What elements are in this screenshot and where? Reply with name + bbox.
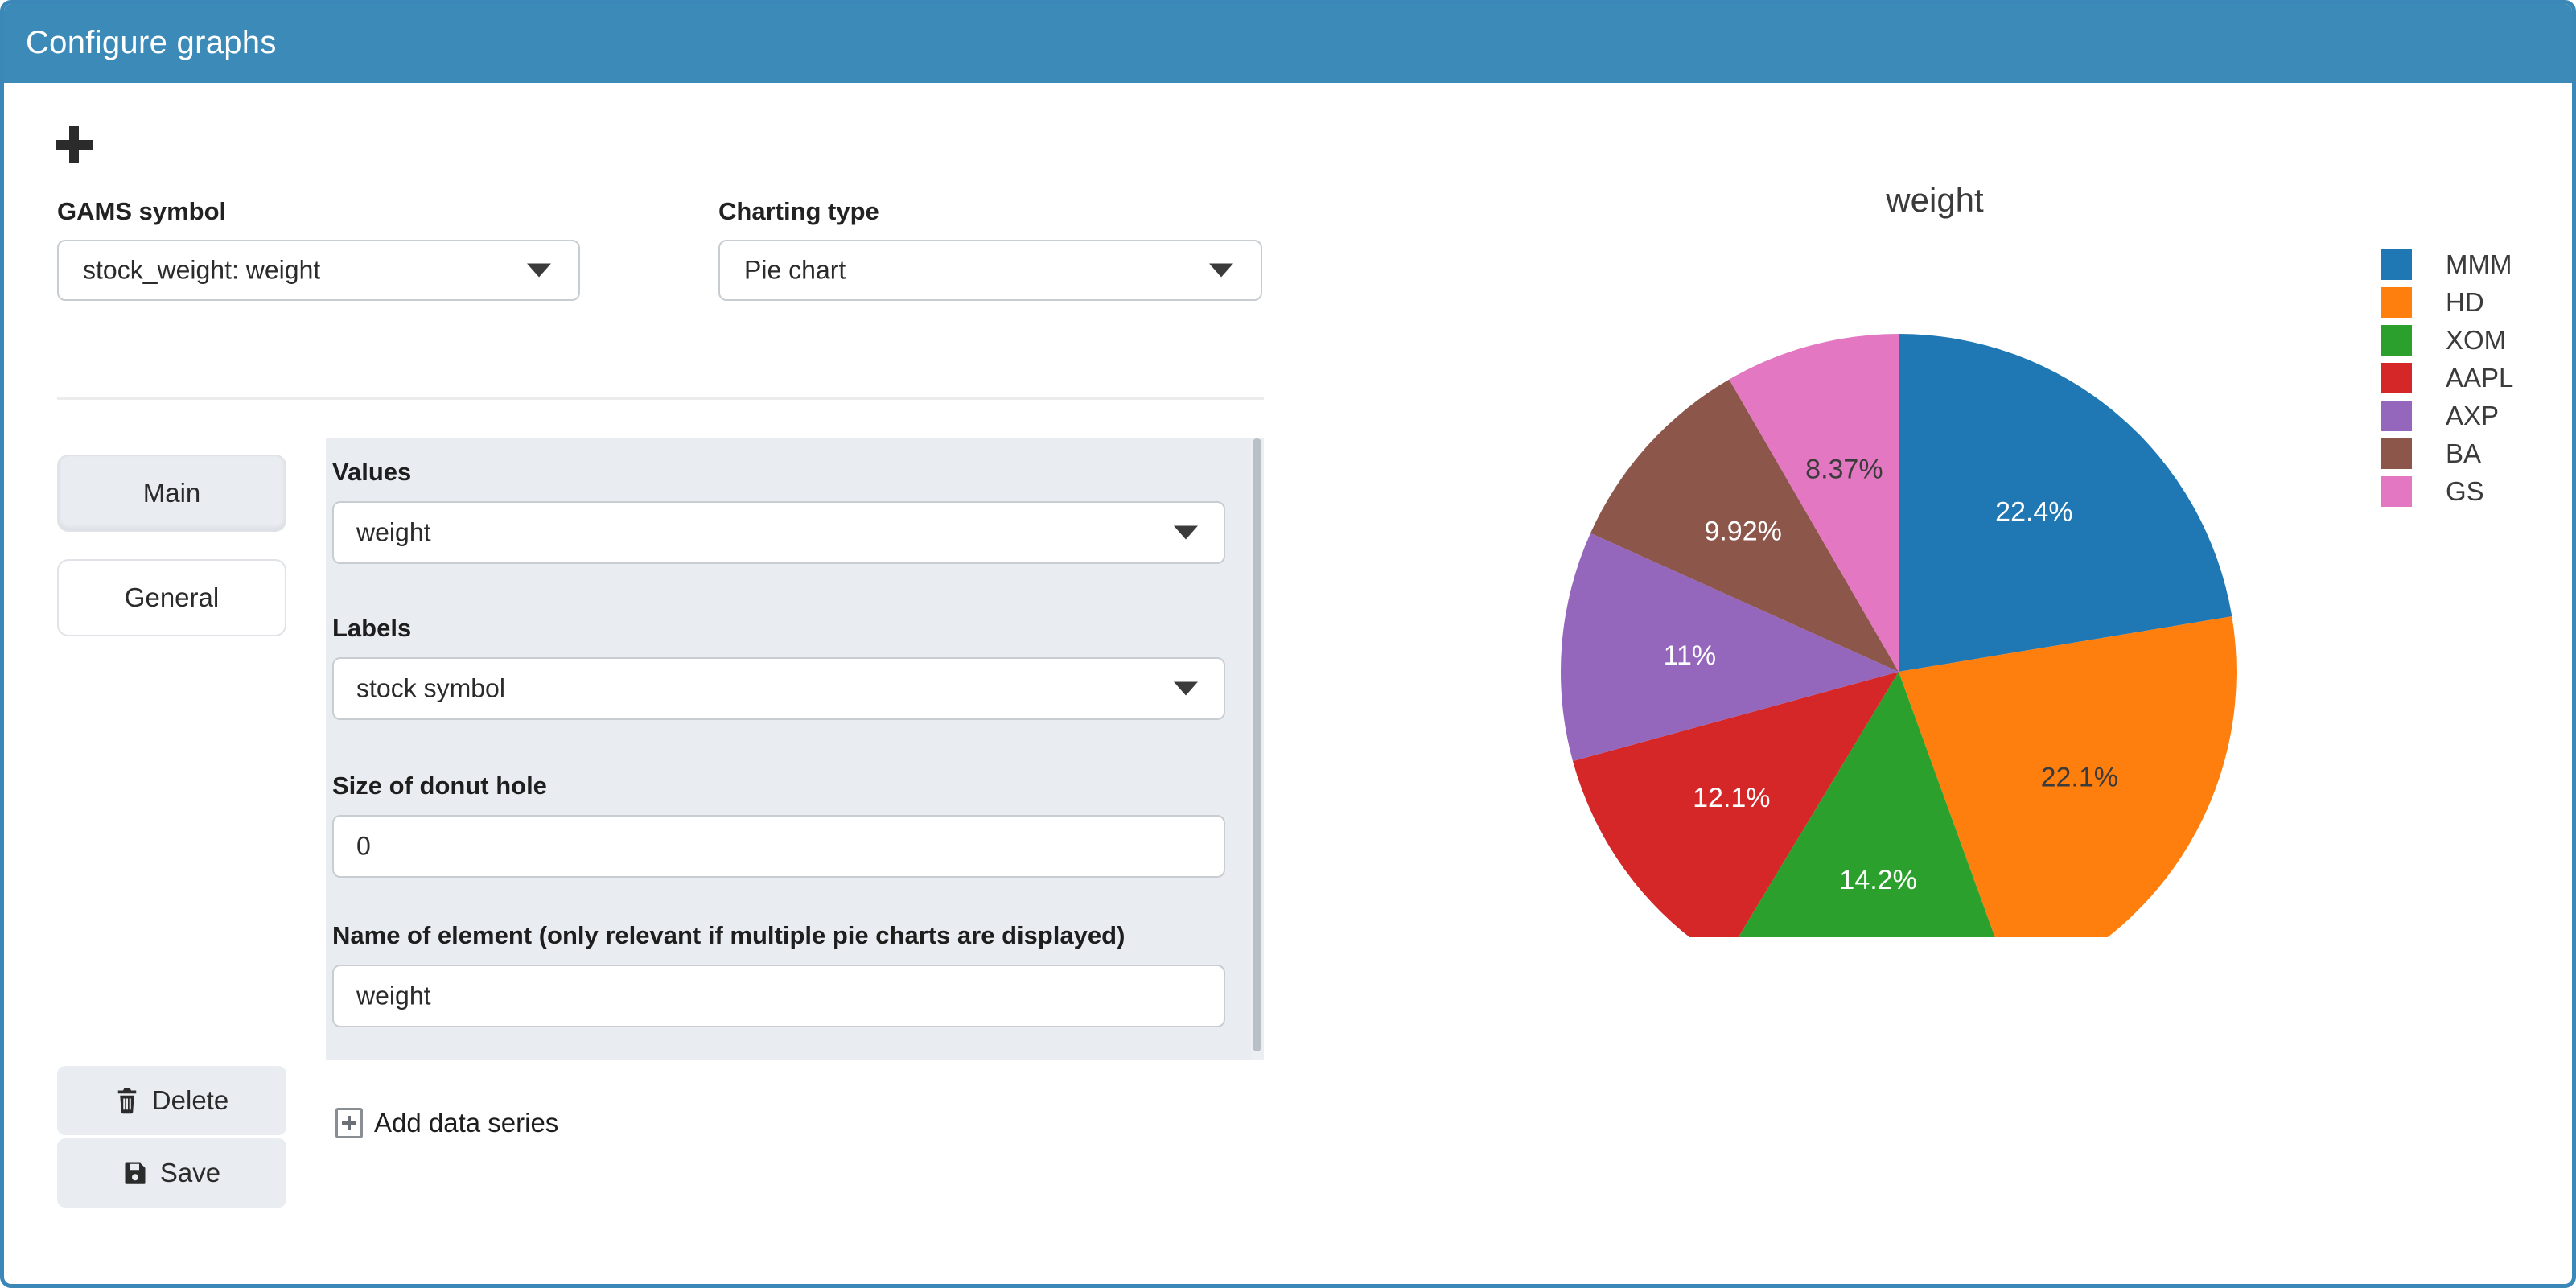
charting-type-value: Pie chart — [744, 255, 846, 285]
add-graph-plus-icon[interactable] — [56, 126, 93, 163]
add-data-series-button[interactable]: Add data series — [335, 1108, 558, 1138]
add-data-series-label: Add data series — [374, 1108, 559, 1138]
trash-icon — [117, 1088, 137, 1114]
pie-slice-label: 12.1% — [1693, 783, 1770, 813]
values-label: Values — [332, 458, 412, 486]
section-divider — [57, 397, 1264, 400]
legend-color-swatch — [2381, 438, 2412, 469]
pie-chart: 22.4% 22.1% 14.2% 12.1% 11% 9.92% 8.37% — [1561, 334, 2237, 937]
window-titlebar: Configure graphs — [4, 4, 2572, 83]
legend-color-swatch — [2381, 286, 2412, 318]
save-button[interactable]: Save — [57, 1138, 286, 1208]
pie-slice-label: 22.4% — [1995, 496, 2072, 527]
values-value: weight — [356, 517, 431, 547]
legend-label: AAPL — [2446, 362, 2514, 393]
legend-item: XOM — [2381, 321, 2513, 359]
plus-box-icon — [335, 1108, 363, 1138]
chevron-down-icon — [527, 263, 551, 278]
element-name-label: Name of element (only relevant if multip… — [332, 921, 1125, 949]
pie-slice-label: 14.2% — [1839, 865, 1916, 895]
donut-hole-value: 0 — [356, 831, 371, 861]
donut-hole-label: Size of donut hole — [332, 772, 547, 800]
legend-item: GS — [2381, 472, 2513, 510]
legend-item: BA — [2381, 434, 2513, 472]
gams-symbol-label: GAMS symbol — [57, 197, 227, 225]
legend-label: XOM — [2446, 324, 2507, 355]
pie-slice-label: 22.1% — [2041, 762, 2118, 792]
legend-label: HD — [2446, 286, 2484, 317]
element-name-input[interactable]: weight — [332, 965, 1225, 1027]
legend-label: BA — [2446, 438, 2482, 468]
series-settings-panel: Values weight Labels stock symbol Size o… — [326, 438, 1264, 1060]
panel-scrollbar-thumb[interactable] — [1253, 438, 1261, 1051]
legend-color-swatch — [2381, 362, 2412, 393]
chevron-down-icon — [1174, 525, 1198, 540]
legend-item: MMM — [2381, 245, 2513, 283]
panel-scrollbar[interactable] — [1251, 438, 1264, 1060]
chart-legend: MMM HD XOM AAPL AXP BA GS — [2381, 245, 2513, 510]
legend-label: AXP — [2446, 400, 2500, 430]
legend-item: AXP — [2381, 397, 2513, 434]
delete-button[interactable]: Delete — [57, 1066, 286, 1135]
element-name-value: weight — [356, 981, 431, 1010]
chart-area: weight 22.4% 22.1% 14.2% 12.1% 11% 9.92% 8.37%… — [1307, 93, 2562, 1042]
charting-type-label: Charting type — [718, 197, 879, 225]
delete-button-label: Delete — [151, 1085, 229, 1115]
chevron-down-icon — [1174, 681, 1198, 696]
labels-label: Labels — [332, 614, 412, 642]
gams-symbol-value: stock_weight: weight — [83, 255, 321, 285]
legend-color-swatch — [2381, 249, 2412, 280]
floppy-disk-icon — [125, 1162, 146, 1184]
values-select[interactable]: weight — [332, 501, 1225, 564]
legend-color-swatch — [2381, 324, 2412, 356]
gams-symbol-select[interactable]: stock_weight: weight — [57, 240, 580, 301]
window-title: Configure graphs — [26, 25, 277, 60]
chevron-down-icon — [1209, 263, 1233, 278]
legend-item: HD — [2381, 283, 2513, 321]
legend-label: MMM — [2446, 249, 2512, 279]
tab-main[interactable]: Main — [57, 455, 286, 532]
pie-slice-label: 11% — [1664, 640, 1717, 671]
pie-slice-label: 9.92% — [1704, 516, 1781, 547]
tab-general[interactable]: General — [57, 559, 286, 636]
legend-item: AAPL — [2381, 359, 2513, 397]
save-button-label: Save — [159, 1158, 221, 1187]
legend-color-swatch — [2381, 475, 2412, 507]
labels-value: stock symbol — [356, 673, 505, 703]
configure-graphs-window: Configure graphs GAMS symbol stock_weigh… — [0, 0, 2576, 1288]
legend-label: GS — [2446, 475, 2484, 506]
pie-slice-label: 8.37% — [1805, 455, 1883, 485]
charting-type-select[interactable]: Pie chart — [718, 240, 1262, 301]
legend-color-swatch — [2381, 400, 2412, 431]
donut-hole-input[interactable]: 0 — [332, 815, 1225, 878]
labels-select[interactable]: stock symbol — [332, 657, 1225, 720]
